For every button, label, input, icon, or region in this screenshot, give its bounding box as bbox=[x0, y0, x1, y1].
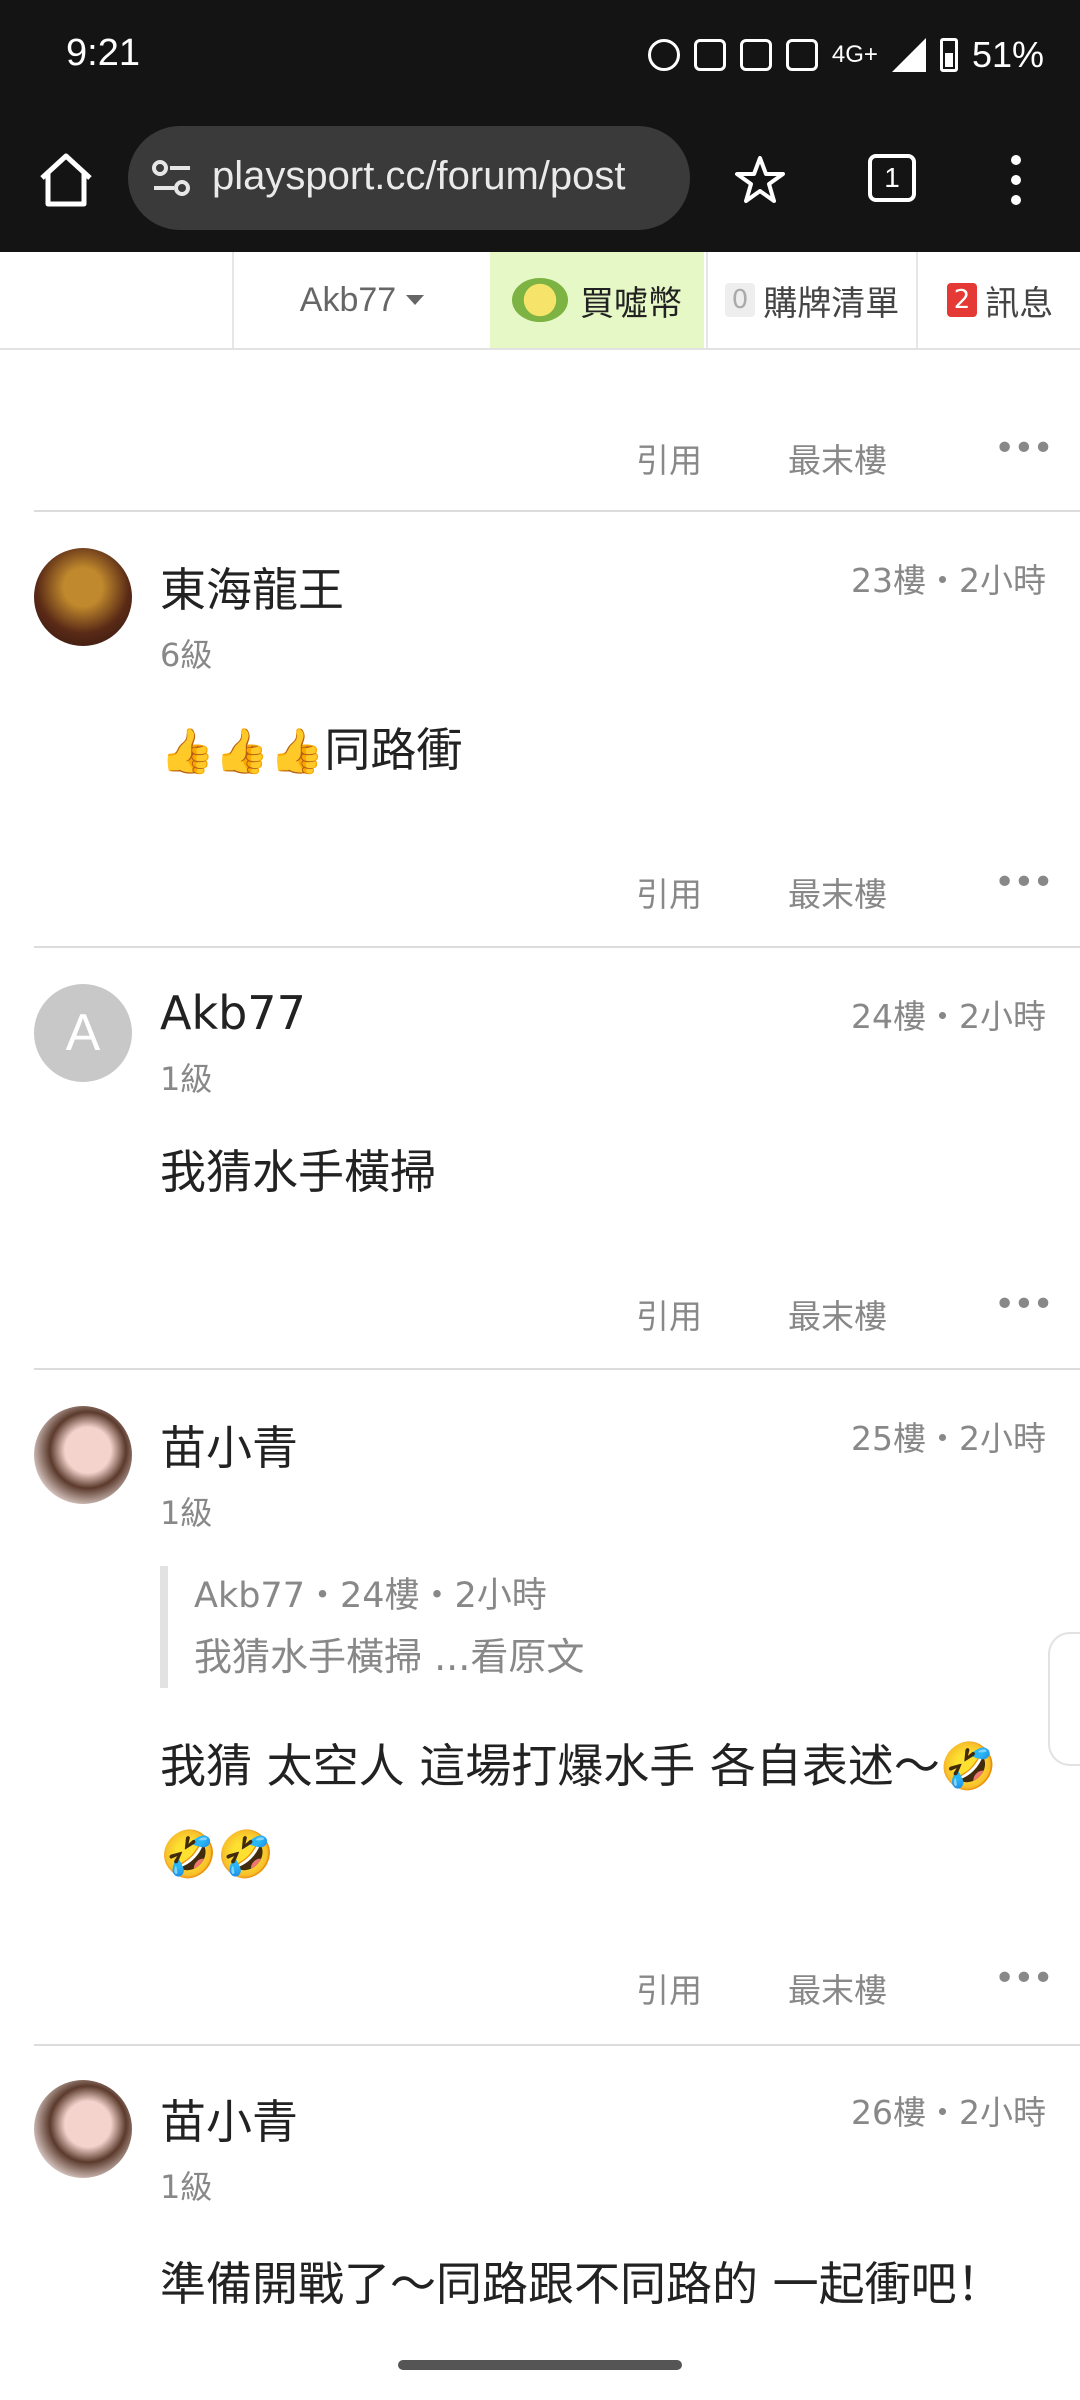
battery-percent: 51% bbox=[971, 34, 1044, 75]
volte-icon bbox=[785, 39, 818, 71]
refresh-rate-icon bbox=[693, 39, 726, 71]
quote-header: Akb77・24樓・2小時 bbox=[194, 1576, 547, 1616]
post-meta: 23樓・2小時 bbox=[851, 561, 1046, 600]
quote-button[interactable]: 引用 bbox=[636, 434, 702, 482]
url-bar[interactable]: playsport.cc/forum/post bbox=[128, 126, 690, 230]
post-author[interactable]: Akb77 bbox=[160, 986, 306, 1040]
last-floor-button[interactable]: 最末樓 bbox=[788, 434, 887, 482]
more-icon[interactable]: ••• bbox=[994, 1958, 1054, 1999]
avatar[interactable]: A bbox=[34, 984, 132, 1082]
post-author[interactable]: 苗小青 bbox=[160, 1412, 298, 1478]
messages-label: 訊息 bbox=[985, 283, 1054, 324]
post-author[interactable]: 東海龍王 bbox=[160, 554, 344, 620]
post-actions: 引用 最末樓 ••• bbox=[0, 862, 1080, 928]
divider bbox=[34, 2044, 1080, 2046]
post-text-line: 我猜 太空人 這場打爆水手 各自表述～🤣 bbox=[160, 1739, 998, 1793]
messages-button[interactable]: 2 訊息 bbox=[916, 252, 1080, 348]
signal-icon bbox=[891, 38, 926, 72]
message-count-badge: 2 bbox=[946, 283, 978, 317]
site-settings-icon[interactable] bbox=[150, 156, 194, 200]
user-name: Akb77 bbox=[299, 280, 397, 319]
network-type: 4G+ bbox=[831, 41, 878, 68]
post-level: 1級 bbox=[160, 1494, 213, 1532]
post-text: 同路衝 bbox=[324, 723, 463, 777]
post-text: 我猜水手橫掃 bbox=[160, 1145, 436, 1199]
browser-toolbar: playsport.cc/forum/post 1 bbox=[0, 112, 1080, 252]
post-actions: 引用 最末樓 ••• bbox=[0, 1284, 1080, 1350]
post-text-line: 🤣🤣 bbox=[160, 1827, 275, 1881]
post-meta: 24樓・2小時 bbox=[851, 997, 1046, 1036]
overflow-menu-icon[interactable] bbox=[1006, 148, 1026, 212]
status-bar: 9:21 4G+ 51% bbox=[0, 0, 1080, 112]
last-floor-button[interactable]: 最末樓 bbox=[788, 1964, 887, 2012]
site-nav: Akb77 買噓幣 0 購牌清單 2 訊息 bbox=[0, 252, 1080, 350]
post-text: 準備開戰了～同路跟不同路的 一起衝吧！ bbox=[160, 2257, 1003, 2311]
last-floor-button[interactable]: 最末樓 bbox=[788, 868, 887, 916]
avatar[interactable] bbox=[34, 1406, 132, 1504]
post-body: 準備開戰了～同路跟不同路的 一起衝吧！ bbox=[160, 2240, 1030, 2328]
cart-button[interactable]: 0 購牌清單 bbox=[706, 252, 916, 348]
post-level: 1級 bbox=[160, 2168, 213, 2206]
post-level: 6級 bbox=[160, 636, 213, 674]
quote-button[interactable]: 引用 bbox=[636, 1964, 702, 2012]
post-body: 我猜 太空人 這場打爆水手 各自表述～🤣 🤣🤣 bbox=[160, 1722, 1030, 1898]
home-icon[interactable] bbox=[34, 148, 98, 212]
more-icon[interactable]: ••• bbox=[994, 428, 1054, 469]
buy-coin-label: 買噓幣 bbox=[580, 283, 682, 324]
last-floor-button[interactable]: 最末樓 bbox=[788, 1290, 887, 1338]
tab-switcher-button[interactable]: 1 bbox=[868, 154, 916, 202]
gesture-home-bar[interactable] bbox=[398, 2360, 682, 2370]
divider bbox=[34, 946, 1080, 948]
vibrate-icon bbox=[739, 39, 772, 71]
thumbs-up-emoji: 👍👍👍 bbox=[160, 726, 325, 777]
post-body: 我猜水手橫掃 bbox=[160, 1128, 1030, 1216]
post-actions: 引用 最末樓 ••• bbox=[0, 428, 1080, 494]
quoted-post[interactable]: Akb77・24樓・2小時 我猜水手橫掃 ...看原文 bbox=[160, 1566, 894, 1688]
user-dropdown[interactable]: Akb77 bbox=[232, 252, 492, 348]
post-level: 1級 bbox=[160, 1060, 213, 1098]
divider bbox=[34, 1368, 1080, 1370]
post-actions: 引用 最末樓 ••• bbox=[0, 1958, 1080, 2024]
cart-count-badge: 0 bbox=[724, 283, 756, 317]
post-meta: 26樓・2小時 bbox=[851, 2093, 1046, 2132]
coin-icon bbox=[512, 278, 568, 322]
post-author[interactable]: 苗小青 bbox=[160, 2086, 298, 2152]
divider bbox=[34, 510, 1080, 512]
post-body: 👍👍👍同路衝 bbox=[160, 706, 1030, 796]
buy-coin-button[interactable]: 買噓幣 bbox=[490, 252, 704, 348]
quote-button[interactable]: 引用 bbox=[636, 1290, 702, 1338]
more-icon[interactable]: ••• bbox=[994, 862, 1054, 903]
status-icons: 4G+ 51% bbox=[647, 32, 1044, 78]
bookmark-star-icon[interactable] bbox=[732, 152, 788, 208]
caret-down-icon bbox=[406, 295, 425, 305]
quote-button[interactable]: 引用 bbox=[636, 868, 702, 916]
quote-excerpt[interactable]: 我猜水手橫掃 ...看原文 bbox=[194, 1626, 894, 1688]
battery-icon bbox=[939, 38, 958, 72]
more-icon[interactable]: ••• bbox=[994, 1284, 1054, 1325]
status-time: 9:21 bbox=[66, 32, 140, 74]
avatar[interactable] bbox=[34, 548, 132, 646]
side-drawer-handle[interactable] bbox=[1048, 1632, 1080, 1766]
post-meta: 25樓・2小時 bbox=[851, 1419, 1046, 1458]
cart-label: 購牌清單 bbox=[763, 283, 900, 324]
alarm-icon bbox=[647, 39, 680, 71]
avatar[interactable] bbox=[34, 2080, 132, 2178]
url-text[interactable]: playsport.cc/forum/post bbox=[212, 154, 682, 199]
